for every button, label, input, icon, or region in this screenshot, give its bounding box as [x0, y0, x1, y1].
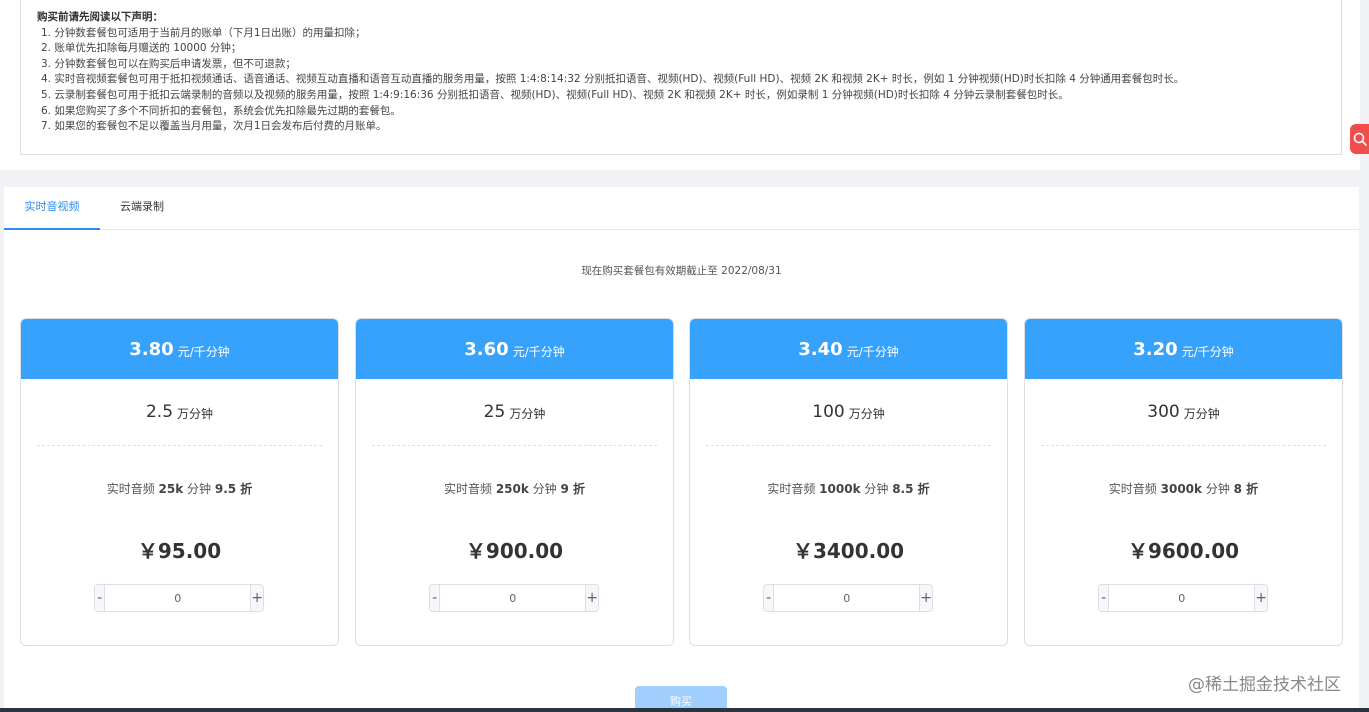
package-amount: 25 万分钟: [356, 379, 673, 445]
package-description: 实时音频 250k 分钟 9 折: [443, 482, 586, 496]
unit-price: 3.20: [1133, 338, 1178, 360]
package-card: 3.60 元/千分钟 25 万分钟 实时音频 250k 分钟 9 折 ￥900.…: [355, 318, 674, 646]
increment-button[interactable]: +: [585, 585, 598, 611]
package-description: 实时音频 1000k 分钟 8.5 折: [767, 482, 930, 496]
quantity-input[interactable]: [440, 585, 586, 611]
amount-unit: 万分钟: [177, 406, 214, 421]
notice-line: 3. 分钟数套餐包可以在购买后申请发票，但不可退款；: [41, 57, 296, 70]
amount-value: 300: [1147, 402, 1180, 422]
unit-price: 3.60: [464, 338, 509, 360]
increment-button[interactable]: +: [919, 585, 932, 611]
quantity-input[interactable]: [105, 585, 251, 611]
divider: [372, 445, 657, 446]
card-header: 3.20 元/千分钟: [1025, 319, 1342, 379]
package-description: 实时音频 3000k 分钟 8 折: [1108, 482, 1259, 496]
quantity-input[interactable]: [774, 585, 920, 611]
purchase-notice: 购买前请先阅读以下声明： 1. 分钟数套餐包可适用于当前月的账单（下月1日出账）…: [20, 0, 1342, 155]
card-header: 3.40 元/千分钟: [690, 319, 1007, 379]
notice-line: 6. 如果您购买了多个不同折扣的套餐包，系统会优先扣除最先过期的套餐包。: [41, 104, 401, 117]
unit-price-label: 元/千分钟: [512, 344, 565, 359]
divider: [37, 445, 322, 446]
increment-button[interactable]: +: [250, 585, 263, 611]
taskbar-strip: [0, 708, 1369, 712]
tab-bar: 实时音视频 云端录制: [4, 187, 1359, 230]
package-amount: 100 万分钟: [690, 379, 1007, 445]
notice-line: 1. 分钟数套餐包可适用于当前月的账单（下月1日出账）的用量扣除；: [41, 26, 366, 39]
quantity-input[interactable]: [1109, 585, 1255, 611]
unit-price: 3.40: [798, 338, 843, 360]
quantity-stepper: - +: [1098, 584, 1268, 612]
decrement-button[interactable]: -: [764, 585, 775, 611]
notice-line: 5. 云录制套餐包可用于抵扣云端录制的音频以及视频的服务用量，按照 1:4:9:…: [41, 88, 1069, 101]
notice-line: 7. 如果您的套餐包不足以覆盖当月用量，次月1日会发布后付费的月账单。: [41, 120, 387, 133]
unit-price: 3.80: [129, 338, 174, 360]
search-icon: [1353, 132, 1367, 146]
watermark: @稀土掘金技术社区: [1188, 675, 1341, 695]
package-total-price: ￥900.00: [465, 539, 564, 563]
divider: [706, 445, 991, 446]
unit-price-label: 元/千分钟: [177, 344, 230, 359]
package-description: 实时音频 25k 分钟 9.5 折: [106, 482, 253, 496]
tab-realtime-av[interactable]: 实时音视频: [4, 187, 100, 230]
quantity-stepper: - +: [763, 584, 933, 612]
amount-unit: 万分钟: [848, 406, 885, 421]
package-card: 3.40 元/千分钟 100 万分钟 实时音频 1000k 分钟 8.5 折 ￥…: [689, 318, 1008, 646]
decrement-button[interactable]: -: [95, 585, 106, 611]
decrement-button[interactable]: -: [1099, 585, 1110, 611]
expiry-notice: 现在购买套餐包有效期截止至 2022/08/31: [581, 265, 782, 277]
card-header: 3.60 元/千分钟: [356, 319, 673, 379]
amount-unit: 万分钟: [1183, 406, 1220, 421]
package-total-price: ￥95.00: [137, 539, 222, 563]
package-amount: 300 万分钟: [1025, 379, 1342, 445]
package-amount: 2.5 万分钟: [21, 379, 338, 445]
increment-button[interactable]: +: [1254, 585, 1267, 611]
amount-value: 25: [483, 402, 506, 422]
card-header: 3.80 元/千分钟: [21, 319, 338, 379]
package-panel: 实时音视频 云端录制 现在购买套餐包有效期截止至 2022/08/31 3.80…: [4, 187, 1359, 712]
notice-line: 4. 实时音视频套餐包可用于抵扣视频通话、语音通话、视频互动直播和语音互动直播的…: [41, 73, 1185, 86]
decrement-button[interactable]: -: [430, 585, 441, 611]
tab-cloud-recording[interactable]: 云端录制: [100, 187, 184, 230]
quantity-stepper: - +: [94, 584, 264, 612]
notice-line: 2. 账单优先扣除每月赠送的 10000 分钟；: [41, 42, 242, 55]
unit-price-label: 元/千分钟: [1181, 344, 1234, 359]
amount-value: 2.5: [145, 402, 174, 422]
unit-price-label: 元/千分钟: [846, 344, 899, 359]
divider: [1041, 445, 1326, 446]
floating-search-button[interactable]: [1350, 124, 1369, 154]
package-card: 3.80 元/千分钟 2.5 万分钟 实时音频 25k 分钟 9.5 折 ￥95…: [20, 318, 339, 646]
package-total-price: ￥3400.00: [792, 539, 905, 563]
package-cards: 3.80 元/千分钟 2.5 万分钟 实时音频 25k 分钟 9.5 折 ￥95…: [20, 318, 1345, 646]
package-card: 3.20 元/千分钟 300 万分钟 实时音频 3000k 分钟 8 折 ￥96…: [1024, 318, 1343, 646]
amount-value: 100: [812, 402, 845, 422]
quantity-stepper: - +: [429, 584, 599, 612]
notice-section: 购买前请先阅读以下声明： 1. 分钟数套餐包可适用于当前月的账单（下月1日出账）…: [0, 0, 1360, 170]
notice-title: 购买前请先阅读以下声明：: [37, 11, 163, 23]
package-total-price: ￥9600.00: [1127, 539, 1240, 563]
amount-unit: 万分钟: [509, 406, 546, 421]
